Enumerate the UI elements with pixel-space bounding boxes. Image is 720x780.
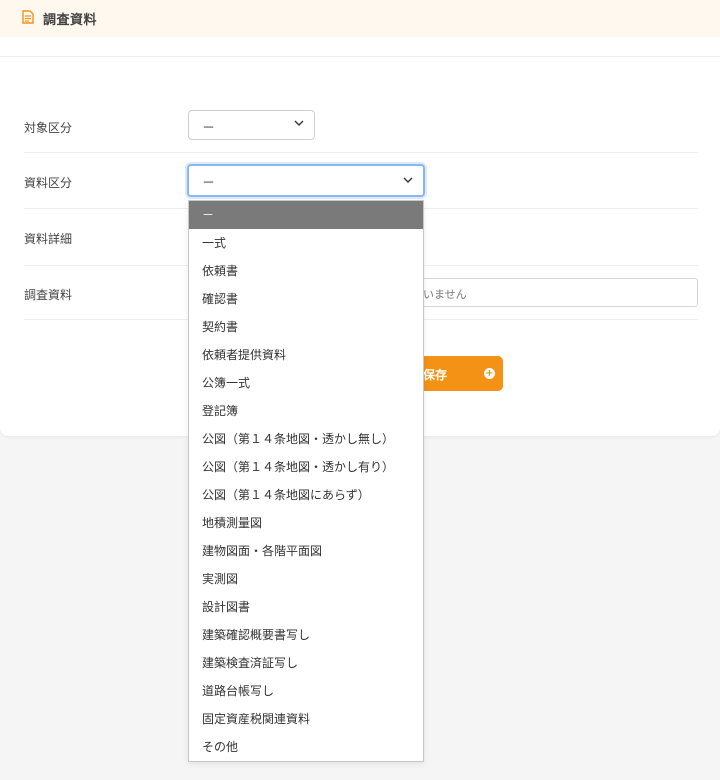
dropdown-option[interactable]: 固定資産税関連資料 xyxy=(189,705,423,733)
dropdown-option[interactable]: 地積測量図 xyxy=(189,509,423,537)
dropdown-option[interactable]: 公図（第１４条地図にあらず） xyxy=(189,481,423,509)
chevron-down-icon xyxy=(294,120,304,126)
target-category-select[interactable]: － xyxy=(188,110,315,140)
target-category-label: 対象区分 xyxy=(24,121,73,135)
dropdown-option[interactable]: 建築検査済証写し xyxy=(189,649,423,677)
dropdown-option[interactable]: 契約書 xyxy=(189,313,423,341)
material-category-value: － xyxy=(202,176,216,191)
dropdown-option[interactable]: 実測図 xyxy=(189,565,423,593)
dropdown-option[interactable]: 依頼者提供資料 xyxy=(189,341,423,369)
save-button[interactable]: 保存 + xyxy=(412,356,503,391)
page-title: 調査資料 xyxy=(43,13,98,28)
survey-file-placeholder: いません xyxy=(423,288,467,301)
survey-file-label: 調査資料 xyxy=(24,288,73,302)
material-category-dropdown: － 一式 依頼書 確認書 契約書 依頼者提供資料 公簿一式 登記簿 公図（第１４… xyxy=(188,200,424,762)
card-header: 調査資料 xyxy=(0,0,720,37)
dropdown-option[interactable]: その他 xyxy=(189,733,423,761)
dropdown-option[interactable]: 公図（第１４条地図・透かし有り） xyxy=(189,453,423,481)
target-category-row: 対象区分 xyxy=(24,98,698,153)
survey-file-input[interactable]: いません xyxy=(410,278,698,307)
header-divider xyxy=(0,56,720,57)
dropdown-option[interactable]: 登記簿 xyxy=(189,397,423,425)
dropdown-option[interactable]: － xyxy=(189,201,423,229)
dropdown-option[interactable]: 公図（第１４条地図・透かし無し） xyxy=(189,425,423,453)
document-icon xyxy=(22,9,34,24)
material-category-select[interactable]: － xyxy=(187,164,425,197)
dropdown-option[interactable]: 道路台帳写し xyxy=(189,677,423,705)
dropdown-option[interactable]: 依頼書 xyxy=(189,257,423,285)
material-category-label: 資料区分 xyxy=(24,176,73,190)
material-detail-label: 資料詳細 xyxy=(24,232,73,246)
dropdown-option[interactable]: 確認書 xyxy=(189,285,423,313)
save-button-label: 保存 xyxy=(423,368,448,382)
dropdown-option[interactable]: 一式 xyxy=(189,229,423,257)
dropdown-option[interactable]: 公簿一式 xyxy=(189,369,423,397)
dropdown-option[interactable]: 建築確認概要書写し xyxy=(189,621,423,649)
dropdown-option[interactable]: 設計図書 xyxy=(189,593,423,621)
dropdown-option[interactable]: 建物図面・各階平面図 xyxy=(189,537,423,565)
plus-circle-icon: + xyxy=(484,368,495,379)
target-category-value: － xyxy=(202,121,216,136)
chevron-down-icon xyxy=(403,177,413,183)
